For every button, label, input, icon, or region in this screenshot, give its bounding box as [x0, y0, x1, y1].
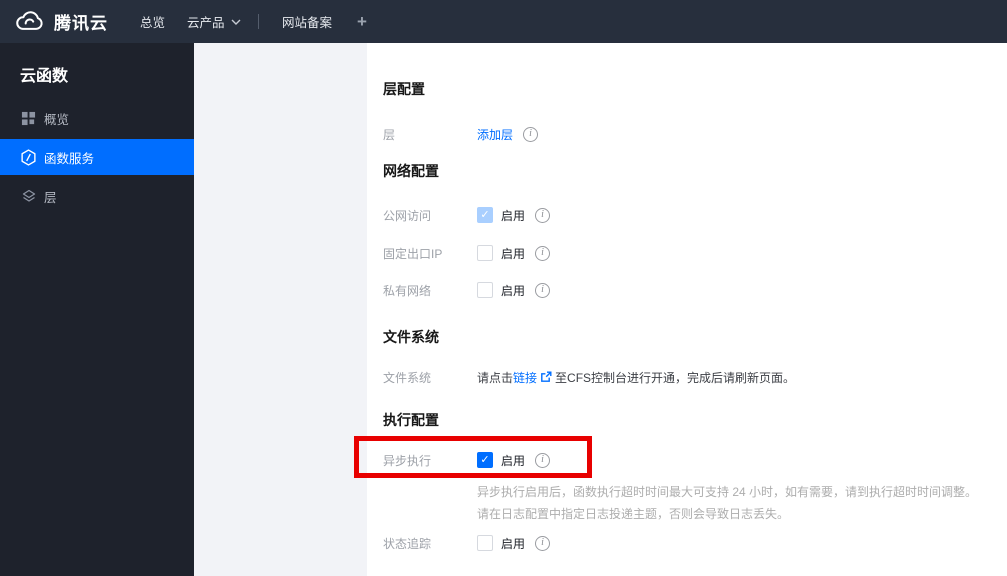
nav-item-website-filing[interactable]: 网站备案: [282, 0, 332, 43]
row-layer: 层 添加层: [383, 124, 1007, 144]
private-network-checkbox[interactable]: [477, 282, 493, 298]
function-icon: [20, 148, 37, 166]
row-public-network-access: 公网访问 ✓ 启用: [383, 205, 1007, 225]
enable-label: 启用: [501, 246, 526, 261]
sidebar-item-overview[interactable]: 概览: [0, 100, 194, 136]
nav-item-overview[interactable]: 总览: [140, 0, 165, 43]
row-async-execution: 异步执行 ✓ 启用: [383, 450, 1007, 470]
section-title-execution-config: 执行配置: [383, 412, 439, 428]
enable-label: 启用: [501, 536, 526, 551]
row-label: 异步执行: [383, 453, 432, 468]
sidebar-item-layers[interactable]: 层: [0, 178, 194, 214]
file-system-hint-prefix: 请点击: [477, 370, 514, 385]
row-label: 状态追踪: [383, 536, 432, 551]
status-tracking-checkbox[interactable]: [477, 535, 493, 551]
public-access-checkbox[interactable]: ✓: [477, 207, 493, 223]
row-file-system: 文件系统 请点击 链接 至CFS控制台进行开通，完成后请刷新页面。: [383, 367, 1007, 387]
fixed-ip-checkbox[interactable]: [477, 245, 493, 261]
sidebar: 云函数 概览 函数服务 层: [0, 43, 194, 576]
row-label: 文件系统: [383, 370, 432, 385]
nav-divider: [258, 14, 259, 29]
row-fixed-outbound-ip: 固定出口IP 启用: [383, 243, 1007, 263]
brand-name: 腾讯云: [54, 14, 108, 33]
description-line: 请在日志配置中指定日志投递主题，否则会导致日志丢失。: [477, 507, 790, 521]
nav-item-label: 总览: [140, 16, 166, 30]
cfs-console-link[interactable]: 链接: [513, 369, 537, 386]
check-icon: ✓: [480, 453, 490, 466]
enable-label: 启用: [501, 208, 526, 223]
info-icon[interactable]: [535, 452, 551, 468]
nav-item-label: 网站备案: [282, 16, 333, 30]
tencent-cloud-brand[interactable]: 腾讯云: [14, 0, 108, 43]
section-title-network-config: 网络配置: [383, 163, 439, 179]
nav-item-label: 云产品: [187, 16, 225, 30]
row-status-tracking: 状态追踪 启用: [383, 533, 1007, 553]
secondary-panel: [194, 43, 367, 576]
info-icon[interactable]: [535, 207, 551, 223]
info-icon[interactable]: [535, 245, 551, 261]
sidebar-item-label: 层: [44, 190, 57, 205]
async-execution-description: 异步执行启用后，函数执行超时时间最大可支持 24 小时，如有需要，请到执行超时时…: [477, 481, 977, 525]
section-title-file-system: 文件系统: [383, 329, 439, 345]
sidebar-item-label: 概览: [44, 112, 70, 127]
row-private-network: 私有网络 启用: [383, 280, 1007, 300]
enable-label: 启用: [501, 283, 526, 298]
add-tab-button[interactable]: +: [357, 0, 367, 43]
row-label: 层: [383, 127, 396, 142]
main-content: 层配置 层 添加层 网络配置 公网访问 ✓ 启用 固定出口IP 启用 私有网络 …: [367, 43, 1007, 576]
sidebar-title: 云函数: [20, 68, 69, 85]
grid-icon: [20, 110, 37, 127]
info-icon[interactable]: [523, 126, 539, 142]
file-system-hint-suffix: 至CFS控制台进行开通，完成后请刷新页面。: [555, 370, 796, 385]
info-icon[interactable]: [535, 282, 551, 298]
tencent-cloud-logo-icon: [14, 10, 45, 33]
check-icon: ✓: [480, 208, 490, 221]
info-icon[interactable]: [535, 535, 551, 551]
section-title-layer-config: 层配置: [383, 81, 425, 97]
nav-item-cloud-products[interactable]: 云产品: [187, 0, 241, 43]
external-link-icon[interactable]: [540, 371, 552, 383]
page: 腾讯云 总览 云产品 网站备案 + 云函数 概览 函数服务 层 层配置 层 添加…: [0, 0, 1007, 576]
description-line: 异步执行启用后，函数执行超时时间最大可支持 24 小时，如有需要，请到执行超时时…: [477, 485, 978, 499]
add-layer-link[interactable]: 添加层: [477, 126, 513, 143]
row-label: 私有网络: [383, 283, 432, 298]
row-label: 公网访问: [383, 208, 432, 223]
chevron-down-icon: [231, 19, 241, 25]
sidebar-item-label: 函数服务: [44, 151, 95, 166]
async-execution-checkbox[interactable]: ✓: [477, 452, 493, 468]
layers-icon: [20, 188, 37, 205]
top-nav-bar: 腾讯云 总览 云产品 网站备案 +: [0, 0, 1007, 43]
sidebar-item-function-service[interactable]: 函数服务: [0, 139, 194, 175]
row-label: 固定出口IP: [383, 246, 443, 261]
enable-label: 启用: [501, 453, 526, 468]
